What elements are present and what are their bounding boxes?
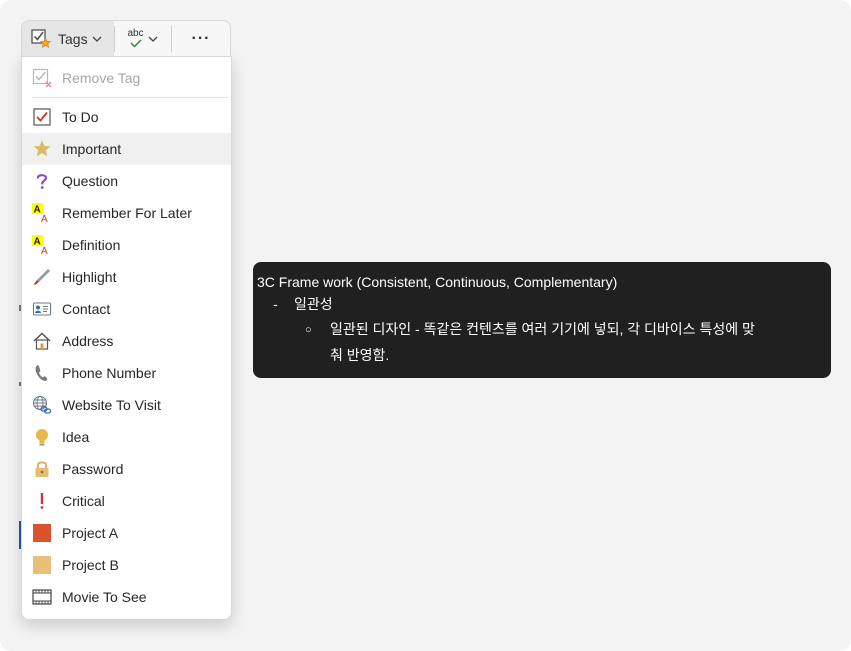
menu-item-label: Idea bbox=[62, 429, 90, 445]
menu-item-label: Important bbox=[62, 141, 122, 157]
menu-item-label: Website To Visit bbox=[62, 397, 161, 413]
note-preview-tooltip: 3C Frame work (Consistent, Continuous, C… bbox=[253, 262, 831, 378]
contact-card-icon bbox=[32, 299, 52, 319]
tooltip-subheading: 일관성 bbox=[294, 296, 333, 312]
menu-item-label: Contact bbox=[62, 301, 111, 317]
menu-item-label: Remove Tag bbox=[62, 70, 141, 86]
tags-button-label: Tags bbox=[58, 30, 88, 47]
menu-item-contact[interactable]: Contact bbox=[22, 293, 231, 325]
house-icon bbox=[32, 331, 52, 351]
menu-item-project-b[interactable]: Project B bbox=[22, 549, 231, 581]
tooltip-bullet-dash: - bbox=[273, 296, 278, 312]
menu-item-idea[interactable]: Idea bbox=[22, 421, 231, 453]
globe-link-icon bbox=[32, 395, 52, 415]
tags-button[interactable]: Tags bbox=[22, 21, 114, 56]
tooltip-heading: 3C Frame work (Consistent, Continuous, C… bbox=[257, 274, 618, 290]
menu-item-label: Password bbox=[62, 461, 124, 477]
svg-text:A: A bbox=[41, 214, 48, 223]
svg-text:A: A bbox=[34, 237, 41, 248]
app-canvas: Tags abc ··· Remove Tag To Do Important … bbox=[0, 0, 851, 651]
menu-item-to-do[interactable]: To Do bbox=[22, 101, 231, 133]
highlight-a-icon: A A bbox=[32, 235, 52, 255]
star-icon bbox=[32, 139, 52, 159]
menu-item-movie-to-see[interactable]: Movie To See bbox=[22, 581, 231, 613]
menu-item-phone-number[interactable]: Phone Number bbox=[22, 357, 231, 389]
tooltip-body-line: 춰 반영함. bbox=[330, 347, 390, 363]
menu-item-critical[interactable]: Critical bbox=[22, 485, 231, 517]
menu-item-password[interactable]: Password bbox=[22, 453, 231, 485]
tooltip-body-line: 일관된 디자인 - 똑같은 컨텐츠를 여러 기기에 넣되, 각 디바이스 특성에… bbox=[330, 321, 755, 337]
chevron-down-icon bbox=[144, 33, 159, 45]
menu-divider bbox=[32, 97, 228, 98]
spelling-check-icon: abc bbox=[127, 28, 144, 48]
menu-item-remember-for-later[interactable]: A A Remember For Later bbox=[22, 197, 231, 229]
menu-item-question[interactable]: Question bbox=[22, 165, 231, 197]
red-square-icon bbox=[32, 523, 52, 543]
checkbox-icon bbox=[32, 107, 52, 127]
svg-text:A: A bbox=[41, 246, 48, 255]
menu-item-label: Address bbox=[62, 333, 114, 349]
menu-item-highlight[interactable]: Highlight bbox=[22, 261, 231, 293]
lightbulb-icon bbox=[32, 427, 52, 447]
tooltip-bullet-circle: ○ bbox=[305, 324, 312, 336]
menu-item-label: Critical bbox=[62, 493, 105, 509]
menu-item-remove-tag[interactable]: Remove Tag bbox=[22, 62, 231, 94]
menu-item-address[interactable]: Address bbox=[22, 325, 231, 357]
spelling-button[interactable]: abc bbox=[115, 21, 171, 56]
tag-checkbox-star-icon bbox=[30, 28, 52, 50]
menu-item-label: Movie To See bbox=[62, 589, 147, 605]
menu-item-definition[interactable]: A A Definition bbox=[22, 229, 231, 261]
phone-icon bbox=[32, 363, 52, 383]
menu-item-label: Project A bbox=[62, 525, 119, 541]
more-options-button[interactable]: ··· bbox=[172, 21, 230, 56]
remove-tag-icon bbox=[32, 68, 52, 88]
film-strip-icon bbox=[32, 587, 52, 607]
menu-item-label: Definition bbox=[62, 237, 121, 253]
lock-icon bbox=[32, 459, 52, 479]
menu-item-label: To Do bbox=[62, 109, 99, 125]
exclamation-icon bbox=[32, 491, 52, 511]
more-options-icon: ··· bbox=[191, 29, 211, 47]
menu-item-website-to-visit[interactable]: Website To Visit bbox=[22, 389, 231, 421]
menu-item-label: Question bbox=[62, 173, 119, 189]
spelling-label: abc bbox=[127, 28, 144, 39]
tan-square-icon bbox=[32, 555, 52, 575]
menu-item-project-a[interactable]: Project A bbox=[22, 517, 231, 549]
floating-toolbar: Tags abc ··· bbox=[21, 20, 231, 56]
menu-item-label: Highlight bbox=[62, 269, 117, 285]
menu-item-label: Phone Number bbox=[62, 365, 157, 381]
menu-item-label: Remember For Later bbox=[62, 205, 192, 221]
highlighter-pen-icon bbox=[32, 267, 52, 287]
menu-item-label: Project B bbox=[62, 557, 119, 573]
menu-item-important[interactable]: Important bbox=[22, 133, 231, 165]
highlight-a-icon: A A bbox=[32, 203, 52, 223]
question-icon bbox=[32, 171, 52, 191]
chevron-down-icon bbox=[88, 33, 103, 45]
tags-dropdown-menu: Remove Tag To Do Important Question A A … bbox=[21, 56, 232, 620]
svg-text:A: A bbox=[34, 205, 41, 216]
